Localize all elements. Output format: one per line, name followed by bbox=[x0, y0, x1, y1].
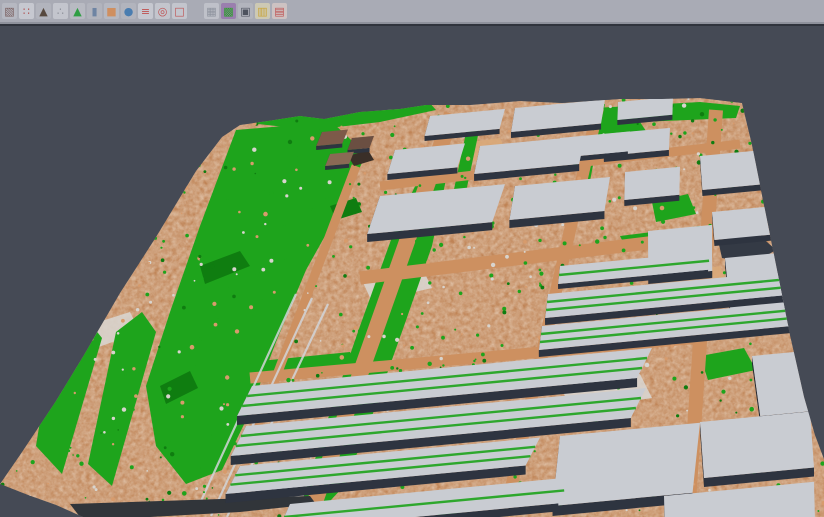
globe-icon[interactable]: ● bbox=[121, 3, 136, 19]
point-cloud-icon: ∴ bbox=[57, 6, 64, 17]
render-options-icon: ▣ bbox=[240, 6, 250, 17]
toolbar: ▧ ∷ ▲ ∴ ▲ ▮ ■ ● ≡ ◎ □ ▦ ▩ ▣ ▥ ▤ bbox=[0, 0, 824, 24]
raster-grid-icon: ▦ bbox=[206, 6, 216, 17]
classify-vegetation-icon: ▲ bbox=[73, 6, 81, 17]
pick-point-icon: ◎ bbox=[158, 6, 168, 17]
selection-box-icon: □ bbox=[174, 6, 184, 17]
point-cloud-icon[interactable]: ∴ bbox=[53, 3, 68, 19]
export-icon: ▥ bbox=[257, 6, 267, 17]
clear-selection-icon[interactable]: ▤ bbox=[272, 3, 287, 19]
open-project-icon[interactable]: ▧ bbox=[2, 3, 17, 19]
measure-lines-icon[interactable]: ≡ bbox=[138, 3, 153, 19]
profile-view-icon: ▮ bbox=[91, 6, 97, 17]
clear-selection-icon: ▤ bbox=[274, 6, 284, 17]
classification-map-icon: ▩ bbox=[223, 6, 233, 17]
raster-grid-icon[interactable]: ▦ bbox=[204, 3, 219, 19]
orthophoto-icon[interactable]: ■ bbox=[104, 3, 119, 19]
point-cloud-scene bbox=[0, 26, 824, 517]
terrain-mesh bbox=[0, 86, 824, 517]
classify-vegetation-icon[interactable]: ▲ bbox=[70, 3, 85, 19]
terrain-icon[interactable]: ▲ bbox=[36, 3, 51, 19]
app-window: ▧ ∷ ▲ ∴ ▲ ▮ ■ ● ≡ ◎ □ ▦ ▩ ▣ ▥ ▤ bbox=[0, 0, 824, 517]
align-points-icon: ∷ bbox=[23, 6, 30, 17]
globe-icon: ● bbox=[124, 6, 134, 17]
terrain-icon: ▲ bbox=[39, 6, 47, 17]
pick-point-icon[interactable]: ◎ bbox=[155, 3, 170, 19]
render-options-icon[interactable]: ▣ bbox=[238, 3, 253, 19]
3d-viewport[interactable] bbox=[0, 24, 824, 517]
measure-lines-icon: ≡ bbox=[141, 6, 150, 17]
selection-box-icon[interactable]: □ bbox=[172, 3, 187, 19]
orthophoto-icon: ■ bbox=[106, 6, 116, 17]
export-icon[interactable]: ▥ bbox=[255, 3, 270, 19]
classification-map-icon[interactable]: ▩ bbox=[221, 3, 236, 19]
open-project-icon: ▧ bbox=[4, 6, 14, 17]
profile-view-icon[interactable]: ▮ bbox=[87, 3, 102, 19]
align-points-icon[interactable]: ∷ bbox=[19, 3, 34, 19]
